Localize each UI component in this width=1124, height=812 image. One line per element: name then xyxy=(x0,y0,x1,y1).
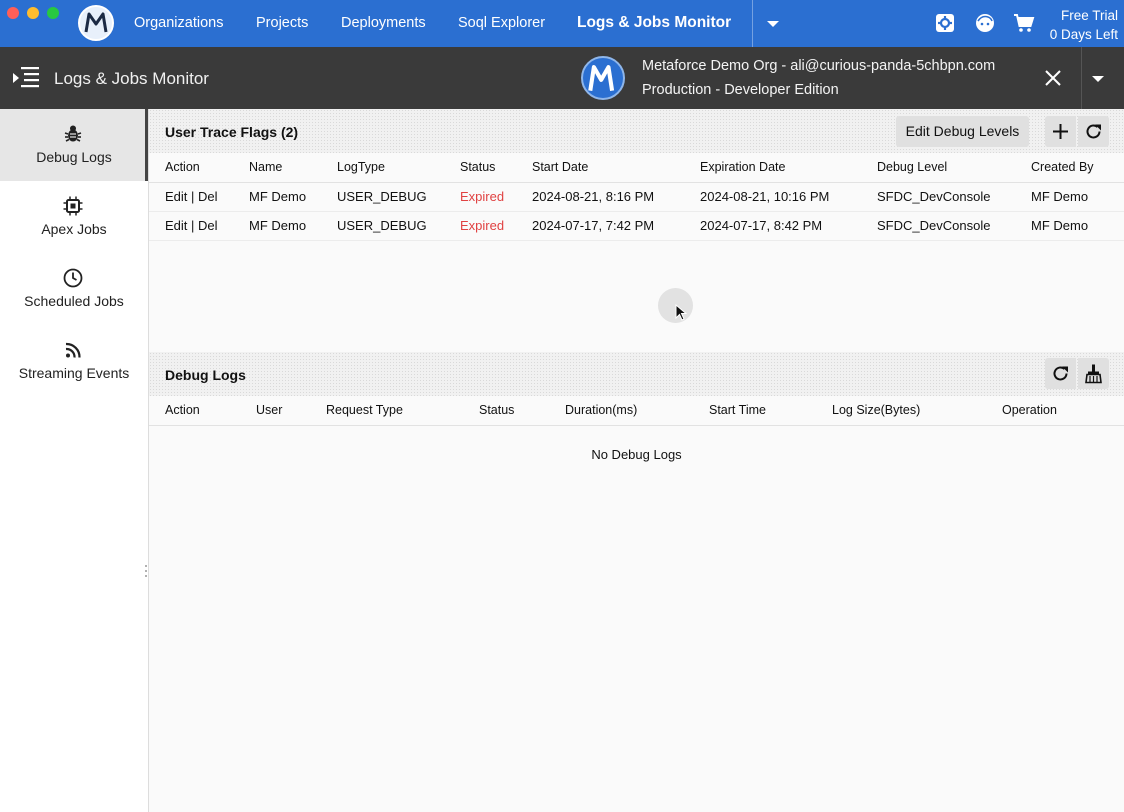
profile-face-icon[interactable] xyxy=(974,12,996,34)
sidebar-item-debug-logs[interactable]: Debug Logs xyxy=(0,109,148,181)
settings-gear-icon[interactable] xyxy=(934,12,956,34)
metaforce-logo-icon xyxy=(84,12,108,33)
refresh-debug-logs-button[interactable] xyxy=(1045,358,1076,389)
column-header[interactable]: Status xyxy=(460,153,532,183)
column-header[interactable]: Expiration Date xyxy=(700,153,877,183)
trial-label: Free Trial xyxy=(1060,8,1118,23)
module-header: Logs & Jobs Monitor Metaforce Demo Org -… xyxy=(0,47,1124,109)
broom-icon xyxy=(1085,364,1102,384)
app-logo[interactable] xyxy=(78,5,114,41)
edit-delete-actions[interactable]: Edit | Del xyxy=(149,182,249,212)
column-header[interactable]: LogType xyxy=(337,153,460,183)
bug-icon xyxy=(64,125,82,142)
column-header[interactable]: Duration(ms) xyxy=(565,396,709,426)
sidebar-item-label: Debug Logs xyxy=(36,149,112,165)
column-header[interactable]: Operation xyxy=(1002,396,1124,426)
metaforce-logo-icon xyxy=(588,65,615,92)
cell-expiration-date: 2024-08-21, 10:16 PM xyxy=(700,182,877,212)
plus-icon xyxy=(1053,124,1068,139)
cell-name: MF Demo xyxy=(249,182,337,212)
trace-flags-toolbar: User Trace Flags (2) Edit Debug Levels xyxy=(149,109,1124,153)
mouse-cursor-icon xyxy=(675,304,687,321)
column-header[interactable]: Action xyxy=(149,396,256,426)
column-header[interactable]: Start Date xyxy=(532,153,700,183)
window-minimize-button[interactable] xyxy=(27,7,39,19)
cell-created-by: MF Demo xyxy=(1031,211,1124,241)
top-nav-bar: Organizations Projects Deployments Soql … xyxy=(0,0,1124,47)
column-header[interactable]: Status xyxy=(479,396,565,426)
column-header[interactable]: Debug Level xyxy=(877,153,1031,183)
debug-logs-title: Debug Logs xyxy=(165,367,246,383)
sidebar-item-apex-jobs[interactable]: Apex Jobs xyxy=(0,181,148,253)
column-header[interactable]: Action xyxy=(149,153,249,183)
trace-flags-title: User Trace Flags (2) xyxy=(165,124,299,140)
cell-status: Expired xyxy=(460,182,532,212)
cell-status: Expired xyxy=(460,211,532,241)
cell-debug-level: SFDC_DevConsole xyxy=(877,211,1031,241)
table-row: Edit | Del MF Demo USER_DEBUG Expired 20… xyxy=(149,182,1124,212)
cell-start-date: 2024-08-21, 8:16 PM xyxy=(532,182,700,212)
sidebar-toggle-icon[interactable] xyxy=(12,65,40,91)
trace-flags-table: Action Name LogType Status Start Date Ex… xyxy=(149,153,1124,241)
clock-icon xyxy=(63,268,83,288)
table-row: Edit | Del MF Demo USER_DEBUG Expired 20… xyxy=(149,211,1124,241)
cell-expiration-date: 2024-07-17, 8:42 PM xyxy=(700,211,877,241)
window-zoom-button[interactable] xyxy=(47,7,59,19)
nav-divider xyxy=(752,0,753,47)
refresh-trace-flags-button[interactable] xyxy=(1078,116,1109,147)
sidebar-item-streaming-events[interactable]: Streaming Events xyxy=(0,325,148,397)
rss-icon xyxy=(65,342,81,358)
org-name: Metaforce Demo Org - ali@curious-panda-5… xyxy=(642,58,996,74)
column-header[interactable]: Start Time xyxy=(709,396,832,426)
nav-projects[interactable]: Projects xyxy=(256,15,308,31)
window-close-button[interactable] xyxy=(7,7,19,19)
page-title: Logs & Jobs Monitor xyxy=(54,69,209,88)
close-icon[interactable] xyxy=(1040,65,1066,91)
cart-icon[interactable] xyxy=(1013,12,1035,34)
sidebar: Debug Logs Apex Jobs Scheduled Jobs Stre… xyxy=(0,109,151,812)
empty-state-message: No Debug Logs xyxy=(591,447,682,462)
nav-organizations[interactable]: Organizations xyxy=(134,15,223,31)
trial-days-left: 0 Days Left xyxy=(1049,27,1118,42)
sidebar-item-label: Scheduled Jobs xyxy=(24,293,124,309)
cell-debug-level: SFDC_DevConsole xyxy=(877,182,1031,212)
chip-icon xyxy=(63,196,83,216)
org-avatar xyxy=(581,56,625,100)
refresh-icon xyxy=(1053,366,1068,381)
header-divider xyxy=(1081,47,1082,109)
refresh-icon xyxy=(1086,124,1101,139)
nav-more-dropdown-icon[interactable] xyxy=(762,14,784,34)
add-trace-flag-button[interactable] xyxy=(1045,116,1076,147)
main-content: User Trace Flags (2) Edit Debug Levels A… xyxy=(149,109,1124,812)
column-header[interactable]: User xyxy=(256,396,326,426)
cell-start-date: 2024-07-17, 7:42 PM xyxy=(532,211,700,241)
cell-log-type: USER_DEBUG xyxy=(337,182,460,212)
column-header[interactable]: Name xyxy=(249,153,337,183)
nav-logs-jobs-monitor[interactable]: Logs & Jobs Monitor xyxy=(577,14,731,32)
column-header[interactable]: Request Type xyxy=(326,396,479,426)
debug-logs-toolbar: Debug Logs xyxy=(149,352,1124,396)
trial-status[interactable]: Free Trial 0 Days Left xyxy=(1050,6,1118,44)
cell-name: MF Demo xyxy=(249,211,337,241)
org-dropdown-icon[interactable] xyxy=(1088,69,1108,87)
clear-debug-logs-button[interactable] xyxy=(1078,358,1109,389)
column-header[interactable]: Log Size(Bytes) xyxy=(832,396,1002,426)
sidebar-item-label: Apex Jobs xyxy=(41,221,107,237)
sidebar-item-scheduled-jobs[interactable]: Scheduled Jobs xyxy=(0,253,148,325)
nav-soql-explorer[interactable]: Soql Explorer xyxy=(458,15,545,31)
edit-debug-levels-button[interactable]: Edit Debug Levels xyxy=(896,116,1029,147)
edit-delete-actions[interactable]: Edit | Del xyxy=(149,211,249,241)
nav-deployments[interactable]: Deployments xyxy=(341,15,426,31)
org-edition: Production - Developer Edition xyxy=(642,82,839,98)
debug-logs-table: Action User Request Type Status Duration… xyxy=(149,396,1124,426)
sidebar-item-label: Streaming Events xyxy=(18,365,130,381)
table-header-row: Action User Request Type Status Duration… xyxy=(149,396,1124,426)
cell-created-by: MF Demo xyxy=(1031,182,1124,212)
column-header[interactable]: Created By xyxy=(1031,153,1124,183)
table-header-row: Action Name LogType Status Start Date Ex… xyxy=(149,153,1124,183)
cell-log-type: USER_DEBUG xyxy=(337,211,460,241)
